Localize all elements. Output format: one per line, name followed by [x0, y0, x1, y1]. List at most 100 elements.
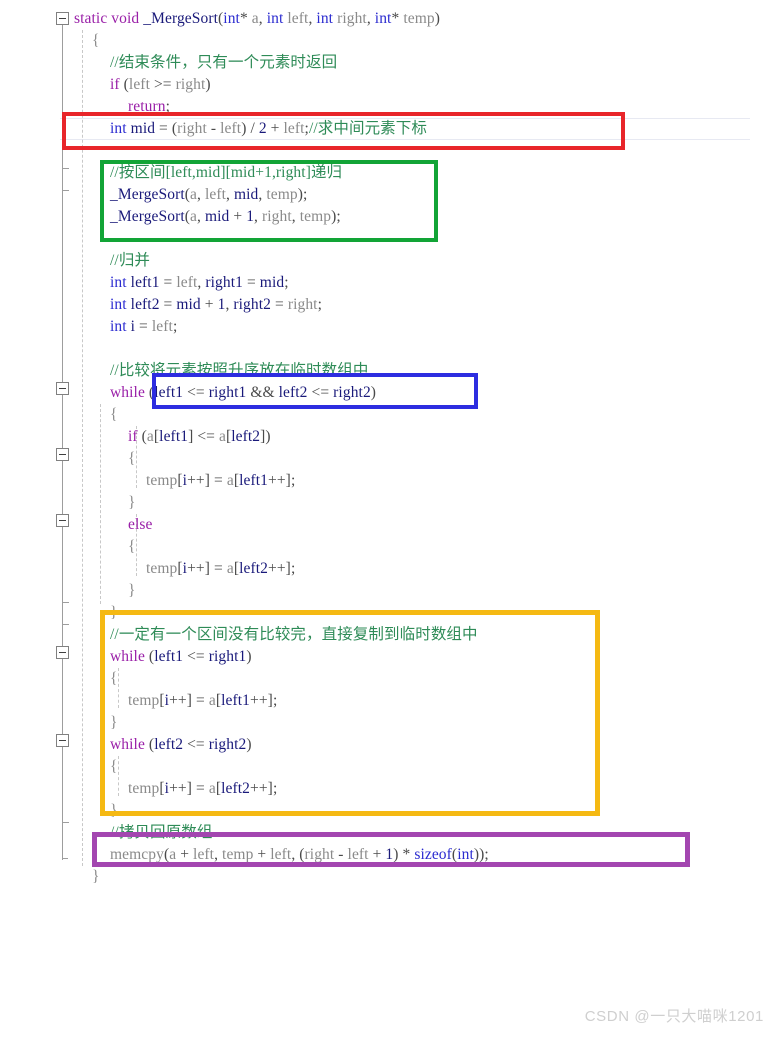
code-token: }: [110, 714, 118, 731]
code-token: left: [283, 120, 305, 137]
code-token: left1: [159, 428, 189, 445]
code-token: ;: [284, 274, 289, 291]
code-token: ] <=: [188, 428, 219, 445]
code-line[interactable]: _MergeSort(a, left, mid, temp);: [74, 184, 774, 206]
code-line[interactable]: //结束条件，只有一个元素时返回: [74, 52, 774, 74]
code-token: (: [119, 76, 129, 93]
code-token: //比较将元素按照升序放在临时数组中: [110, 362, 369, 379]
code-token: int: [110, 318, 127, 335]
code-line[interactable]: }: [74, 712, 774, 734]
code-line[interactable]: memcpy(a + left, temp + left, (right - l…: [74, 844, 774, 866]
code-token: (: [137, 428, 147, 445]
code-line[interactable]: [74, 228, 774, 250]
code-token: ++] =: [169, 692, 209, 709]
code-token: //结束条件，只有一个元素时返回: [110, 54, 338, 71]
code-token: <=: [183, 384, 209, 401]
code-line[interactable]: while (left1 <= right1 && left2 <= right…: [74, 382, 774, 404]
code-line[interactable]: {: [74, 668, 774, 690]
code-token: if: [110, 76, 120, 93]
code-token: static: [74, 10, 108, 27]
code-line[interactable]: if (a[left1] <= a[left2]): [74, 426, 774, 448]
code-line[interactable]: temp[i++] = a[left2++];: [74, 558, 774, 580]
code-line[interactable]: }: [74, 800, 774, 822]
code-token: {: [128, 538, 136, 555]
code-token: left: [151, 318, 173, 335]
code-token: temp: [266, 186, 298, 203]
source-code-block[interactable]: static void _MergeSort(int* a, int left,…: [74, 8, 774, 888]
code-token: left2: [239, 560, 268, 577]
code-line[interactable]: }: [74, 866, 774, 888]
code-token: mid: [233, 186, 259, 203]
code-token: right2: [233, 296, 272, 313]
code-token: temp: [128, 780, 160, 797]
code-line[interactable]: {: [74, 756, 774, 778]
code-line[interactable]: int i = left;: [74, 316, 774, 338]
fold-toggle-if[interactable]: [56, 448, 69, 461]
code-line[interactable]: while (left1 <= right1): [74, 646, 774, 668]
code-line[interactable]: [74, 338, 774, 360]
code-token: ,: [258, 10, 267, 27]
code-line[interactable]: //归并: [74, 250, 774, 272]
code-token: while: [110, 736, 145, 753]
code-token: (: [144, 736, 155, 753]
code-line[interactable]: }: [74, 580, 774, 602]
code-line[interactable]: temp[i++] = a[left2++];: [74, 778, 774, 800]
code-line[interactable]: {: [74, 536, 774, 558]
code-token: temp: [299, 208, 332, 225]
code-line[interactable]: if (left >= right): [74, 74, 774, 96]
code-line[interactable]: }: [74, 492, 774, 514]
code-token: right: [287, 296, 318, 313]
code-line[interactable]: {: [74, 404, 774, 426]
code-token: ;: [172, 318, 178, 335]
code-token: left: [270, 846, 292, 863]
code-token: , (: [291, 846, 305, 863]
code-token: a: [208, 780, 216, 797]
code-token: (: [144, 648, 155, 665]
fold-toggle-merge-while[interactable]: [56, 382, 69, 395]
code-token: {: [110, 670, 118, 687]
code-line[interactable]: return;: [74, 96, 774, 118]
fold-toggle-else[interactable]: [56, 514, 69, 527]
code-line[interactable]: int mid = (right - left) / 2 + left;//求中…: [74, 118, 774, 140]
fold-toggle-function[interactable]: [56, 12, 69, 25]
code-token: right2: [333, 384, 371, 401]
code-line[interactable]: int left1 = left, right1 = mid;: [74, 272, 774, 294]
code-token: int: [316, 10, 334, 27]
code-token: ++];: [268, 472, 296, 489]
fold-toggle-while-left1[interactable]: [56, 646, 69, 659]
code-token: ): [370, 384, 377, 401]
code-editor-surface[interactable]: static void _MergeSort(int* a, int left,…: [0, 0, 780, 1040]
fold-tick-comment: [62, 624, 69, 625]
code-line[interactable]: else: [74, 514, 774, 536]
code-line[interactable]: _MergeSort(a, mid + 1, right, temp);: [74, 206, 774, 228]
code-line[interactable]: //一定有一个区间没有比较完，直接复制到临时数组中: [74, 624, 774, 646]
code-line[interactable]: //拷贝回原数组: [74, 822, 774, 844]
code-line[interactable]: {: [74, 30, 774, 52]
code-token: ): [246, 736, 252, 753]
code-token: {: [92, 32, 100, 49]
code-token: right1: [208, 648, 247, 665]
code-token: ) /: [241, 120, 259, 137]
code-token: right2: [208, 736, 247, 753]
code-token: a: [226, 560, 234, 577]
code-token: //一定有一个区间没有比较完，直接复制到临时数组中: [110, 626, 478, 643]
code-line[interactable]: //比较将元素按照升序放在临时数组中: [74, 360, 774, 382]
code-token: _MergeSort: [110, 186, 185, 203]
code-token: ));: [473, 846, 489, 863]
code-line[interactable]: }: [74, 602, 774, 624]
code-token: left: [347, 846, 369, 863]
code-line[interactable]: {: [74, 448, 774, 470]
code-token: +: [176, 846, 194, 863]
code-line[interactable]: //按区间[left,mid][mid+1,right]递归: [74, 162, 774, 184]
code-token: a: [226, 472, 234, 489]
code-line[interactable]: temp[i++] = a[left1++];: [74, 690, 774, 712]
code-line[interactable]: [74, 140, 774, 162]
code-line[interactable]: while (left2 <= right2): [74, 734, 774, 756]
code-line[interactable]: static void _MergeSort(int* a, int left,…: [74, 8, 774, 30]
code-token: void: [111, 10, 140, 27]
code-line[interactable]: temp[i++] = a[left1++];: [74, 470, 774, 492]
code-token: mid: [204, 208, 230, 225]
code-token: +: [200, 296, 218, 313]
fold-toggle-while-left2[interactable]: [56, 734, 69, 747]
code-line[interactable]: int left2 = mid + 1, right2 = right;: [74, 294, 774, 316]
